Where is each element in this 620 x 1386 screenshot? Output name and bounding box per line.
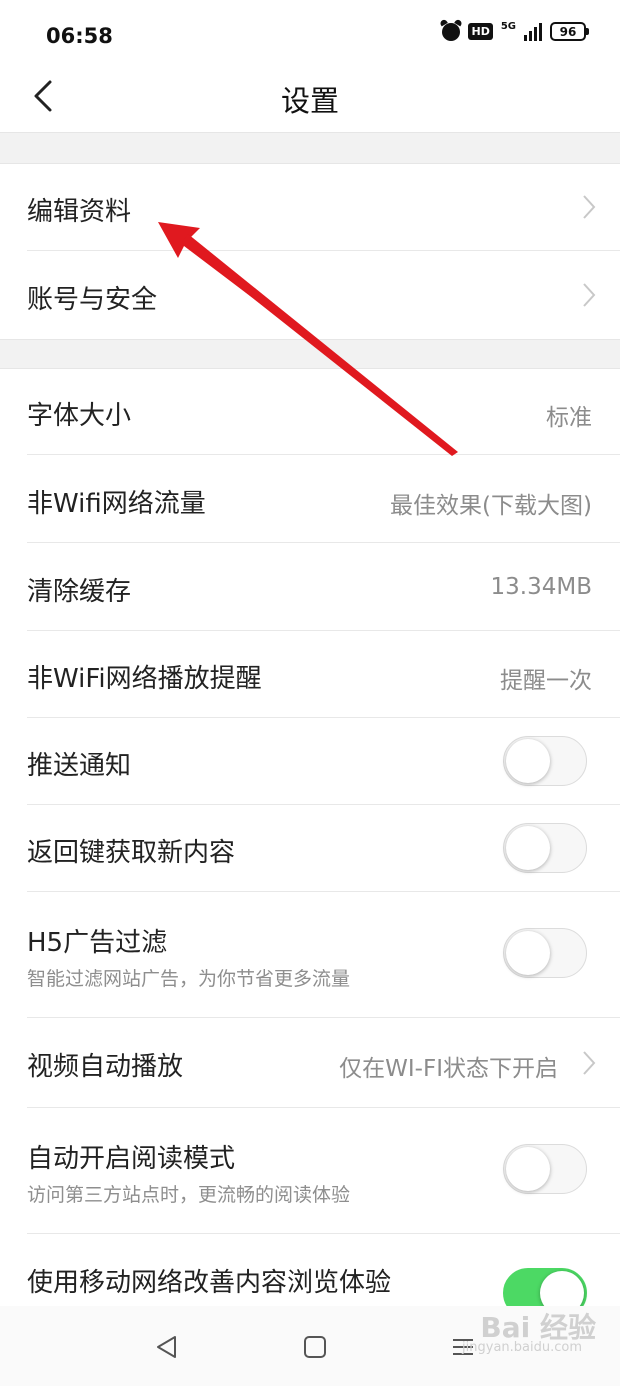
section-divider xyxy=(0,132,620,164)
back-key-refresh-toggle[interactable] xyxy=(503,823,587,873)
settings-item-label: 推送通知 xyxy=(27,751,132,781)
section-divider xyxy=(0,339,620,369)
settings-item-label: 视频自动播放 xyxy=(27,1052,184,1082)
settings-item-non-wifi-play-remind[interactable]: 非WiFi网络播放提醒 提醒一次 xyxy=(0,631,620,718)
status-icons: HD 5G 96 xyxy=(442,21,589,41)
settings-item-description: 访问第三方站点时，更流畅的阅读体验 xyxy=(27,1184,351,1206)
alarm-icon xyxy=(442,22,461,41)
toggle-knob xyxy=(506,1147,550,1191)
settings-item-value: 标准 xyxy=(546,405,592,431)
toggle-knob xyxy=(540,1271,584,1306)
chevron-right-icon xyxy=(583,195,596,219)
hd-badge: HD xyxy=(468,23,493,40)
settings-item-non-wifi-traffic[interactable]: 非Wifi网络流量 最佳效果(下载大图) xyxy=(0,455,620,543)
top-nav-bar: 设置 xyxy=(0,60,620,132)
settings-item-value: 最佳效果(下载大图) xyxy=(390,493,592,519)
settings-item-label: 编辑资料 xyxy=(27,197,132,227)
toggle-knob xyxy=(506,739,550,783)
h5-ad-filter-toggle[interactable] xyxy=(503,928,587,978)
settings-item-auto-reading-mode: 自动开启阅读模式 访问第三方站点时，更流畅的阅读体验 xyxy=(0,1108,620,1234)
settings-item-label: 使用移动网络改善内容浏览体验 xyxy=(27,1268,392,1298)
nav-back-icon[interactable] xyxy=(154,1334,180,1360)
toggle-knob xyxy=(506,931,550,975)
settings-item-label: H5广告过滤 xyxy=(27,928,168,958)
settings-item-mobile-network-improve: 使用移动网络改善内容浏览体验 xyxy=(0,1234,620,1306)
settings-item-font-size[interactable]: 字体大小 标准 xyxy=(0,367,620,455)
mobile-network-improve-toggle[interactable] xyxy=(503,1268,587,1306)
settings-item-label: 清除缓存 xyxy=(27,577,132,607)
push-notification-toggle[interactable] xyxy=(503,736,587,786)
signal-icon xyxy=(524,22,542,41)
battery-level: 96 xyxy=(559,24,577,39)
settings-item-clear-cache[interactable]: 清除缓存 13.34MB xyxy=(0,543,620,631)
chevron-right-icon xyxy=(583,1051,596,1075)
settings-item-label: 非WiFi网络播放提醒 xyxy=(27,664,262,694)
status-time: 06:58 xyxy=(46,24,113,48)
settings-item-label: 自动开启阅读模式 xyxy=(27,1144,236,1174)
settings-item-label: 字体大小 xyxy=(27,401,132,431)
settings-item-edit-profile[interactable]: 编辑资料 xyxy=(0,163,620,251)
toggle-knob xyxy=(506,826,550,870)
settings-item-label: 账号与安全 xyxy=(27,285,158,315)
chevron-right-icon xyxy=(583,283,596,307)
settings-item-label: 非Wifi网络流量 xyxy=(27,489,206,519)
settings-item-h5-ad-filter: H5广告过滤 智能过滤网站广告，为你节省更多流量 xyxy=(0,892,620,1018)
settings-item-video-autoplay[interactable]: 视频自动播放 仅在WI-FI状态下开启 xyxy=(0,1018,620,1108)
settings-item-value: 提醒一次 xyxy=(500,668,592,694)
auto-reading-mode-toggle[interactable] xyxy=(503,1144,587,1194)
settings-item-label: 返回键获取新内容 xyxy=(27,838,236,868)
settings-item-account-security[interactable]: 账号与安全 xyxy=(0,251,620,339)
settings-item-description: 智能过滤网站广告，为你节省更多流量 xyxy=(27,968,351,990)
settings-item-value: 13.34MB xyxy=(490,574,592,600)
network-type: 5G xyxy=(500,21,516,32)
settings-item-back-key-refresh: 返回键获取新内容 xyxy=(0,805,620,892)
page-title: 设置 xyxy=(280,84,339,118)
nav-home-icon[interactable] xyxy=(302,1334,328,1360)
battery-icon: 96 xyxy=(550,22,589,41)
settings-item-value: 仅在WI-FI状态下开启 xyxy=(339,1056,558,1082)
settings-item-push-notification: 推送通知 xyxy=(0,718,620,805)
watermark-url: jingyan.baidu.com xyxy=(462,1340,582,1355)
